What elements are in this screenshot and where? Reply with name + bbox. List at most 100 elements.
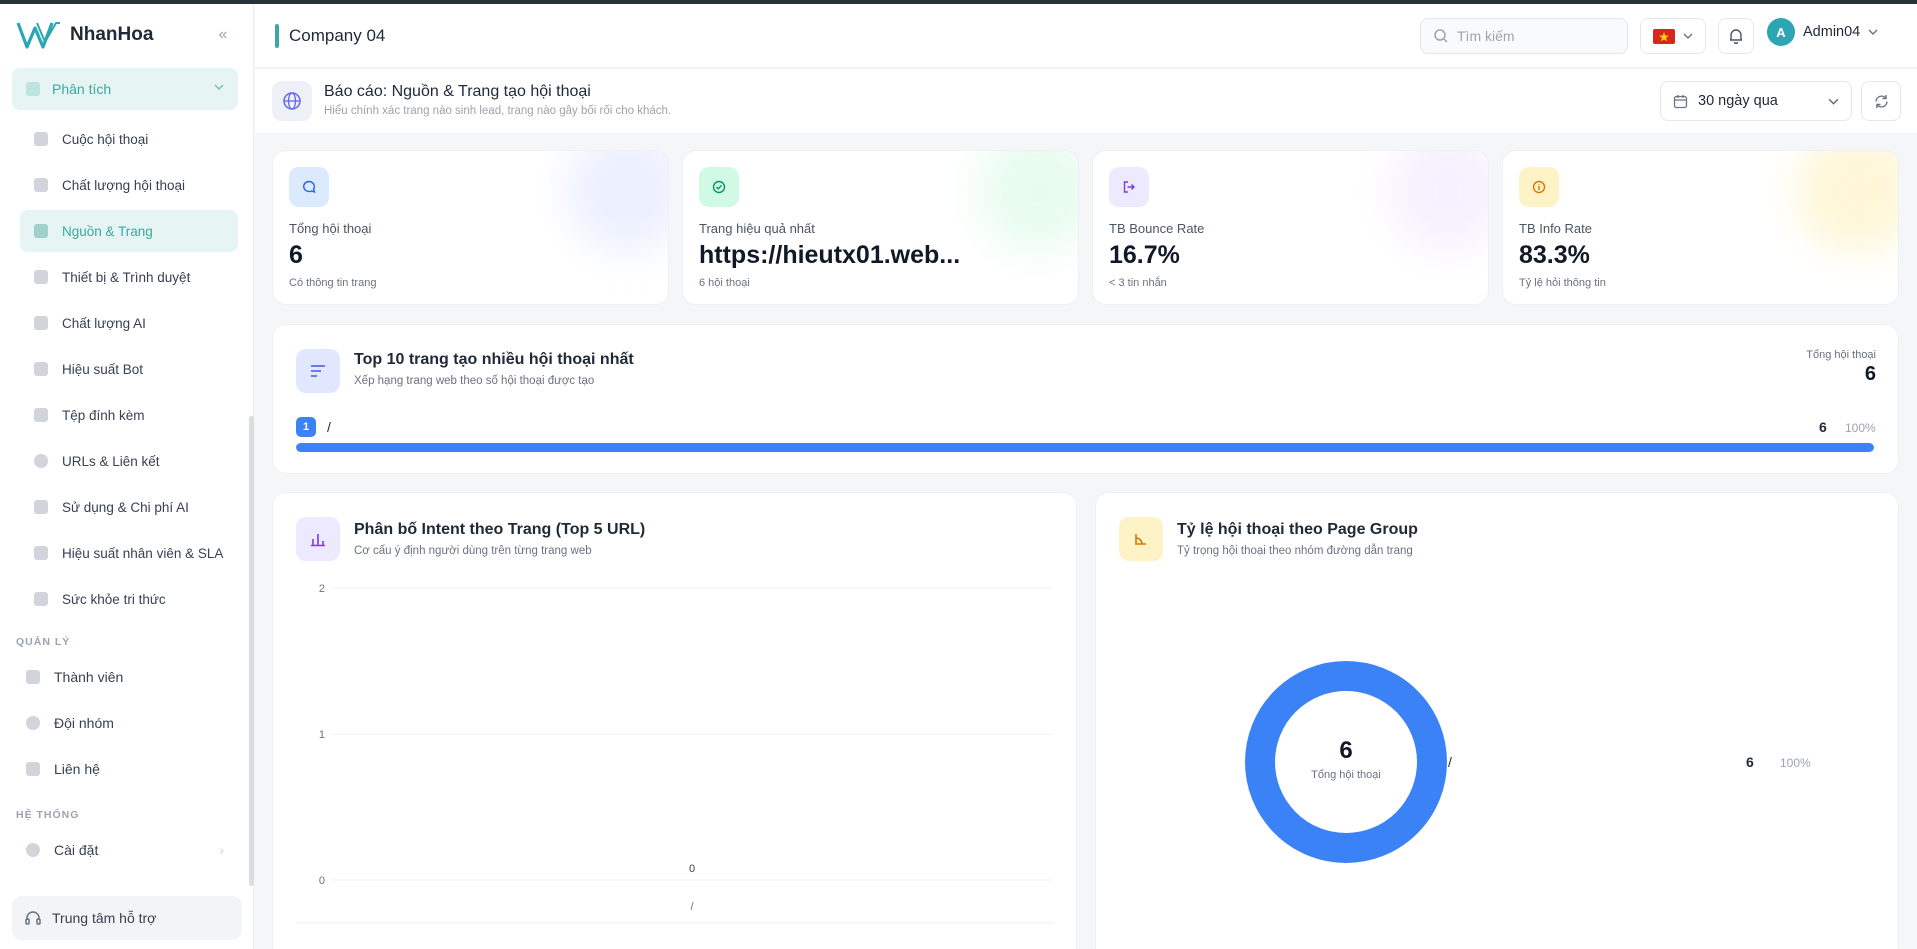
company-accent-bar [275, 24, 279, 48]
page-title: Báo cáo: Nguồn & Trang tạo hội thoại [324, 83, 591, 100]
search-box[interactable] [1420, 18, 1628, 54]
chat-bubble-icon [289, 167, 329, 207]
brand-name: NhanHoa [70, 24, 154, 45]
kpi-label: TB Bounce Rate [1109, 221, 1205, 236]
sidebar-item-members[interactable]: Thành viên [12, 656, 238, 698]
sidebar-item-label: Tệp đính kèm [62, 407, 145, 423]
donut-center-value: 6 [1339, 737, 1353, 764]
nhanhoa-logo-icon [16, 22, 60, 49]
chevron-down-icon [1868, 29, 1878, 35]
notifications-button[interactable] [1718, 18, 1754, 54]
kpi-value: 16.7% [1109, 241, 1180, 269]
section-title-system: HỆ THỐNG [16, 809, 80, 821]
sidebar-scrollbar[interactable] [249, 416, 254, 886]
sidebar-item-conversation-quality[interactable]: Chất lượng hội thoại [20, 164, 238, 206]
refresh-button[interactable] [1861, 81, 1901, 121]
monitor-icon [34, 224, 48, 238]
sidebar-item-conversations[interactable]: Cuộc hội thoại [20, 118, 238, 160]
rank-page-path[interactable]: / [327, 419, 331, 435]
sidebar-item-sources-pages[interactable]: Nguồn & Trang [20, 210, 238, 252]
sidebar-item-settings[interactable]: Cài đặt › [12, 829, 238, 871]
cpu-icon [34, 362, 48, 376]
legend-label: / [1448, 754, 1452, 770]
company-switcher[interactable]: Company 04 [275, 24, 385, 48]
sidebar-item-label: Liên hệ [54, 761, 100, 777]
sidebar-group-label: Phân tích [52, 81, 112, 97]
sidebar-item-bot-performance[interactable]: Hiệu suất Bot [20, 348, 238, 390]
sidebar-item-staff-sla[interactable]: Hiệu suất nhân viên & SLA [20, 532, 238, 574]
brand-logo[interactable]: NhanHoa [16, 20, 153, 50]
kpi-info-rate: TB Info Rate 83.3% Tỷ lệ hỏi thông tin [1502, 150, 1899, 305]
kpi-note: Có thông tin trang [289, 277, 377, 289]
sidebar-item-knowledge-health[interactable]: Sức khỏe tri thức [20, 578, 238, 620]
user-name: Admin04 [1803, 24, 1861, 40]
calendar-icon [1673, 94, 1688, 108]
card-title: Top 10 trang tạo nhiều hội thoại nhất [354, 351, 634, 368]
avatar: A [1767, 18, 1795, 46]
chevron-down-icon [214, 84, 224, 91]
sidebar-item-contacts[interactable]: Liên hệ [12, 748, 238, 790]
support-label: Trung tâm hỗ trợ [52, 910, 157, 926]
sidebar-item-label: Đội nhóm [54, 715, 114, 731]
kpi-note: < 3 tin nhắn [1109, 277, 1167, 289]
chevron-right-icon: › [219, 842, 224, 858]
language-selector[interactable] [1640, 18, 1706, 54]
top-header: Company 04 A Admin04 [255, 4, 1917, 68]
sidebar-item-label: Sử dụng & Chi phí AI [62, 499, 189, 515]
sidebar-group-analytics[interactable]: Phân tích [12, 68, 238, 110]
sidebar-item-ai-usage-cost[interactable]: Sử dụng & Chi phí AI [20, 486, 238, 528]
kpi-total-conversations: Tổng hội thoại 6 Có thông tin trang [272, 150, 669, 305]
database-icon [34, 500, 48, 514]
sidebar-item-devices-browsers[interactable]: Thiết bị & Trình duyệt [20, 256, 238, 298]
page-group-donut-chart [1245, 661, 1447, 863]
kpi-label: TB Info Rate [1519, 221, 1592, 236]
page-header: Báo cáo: Nguồn & Trang tạo hội thoại Hiể… [255, 69, 1917, 133]
kpi-note: Tỷ lệ hỏi thông tin [1519, 277, 1606, 289]
globe-icon [272, 81, 312, 121]
list-sort-icon [296, 349, 340, 393]
file-icon [34, 408, 48, 422]
date-range-label: 30 ngày qua [1698, 93, 1778, 109]
support-center-button[interactable]: Trung tâm hỗ trợ [12, 896, 242, 940]
sidebar-item-label: Cài đặt [54, 842, 99, 858]
device-icon [34, 270, 48, 284]
user-icon [26, 670, 40, 684]
sidebar-item-urls-links[interactable]: URLs & Liên kết [20, 440, 238, 482]
company-name: Company 04 [289, 26, 386, 45]
user-menu[interactable]: A Admin04 [1767, 18, 1878, 46]
chat-icon [34, 132, 48, 146]
vietnam-flag-icon [1653, 28, 1675, 44]
top-pages-card: Top 10 trang tạo nhiều hội thoại nhất Xế… [272, 324, 1899, 474]
users-icon [34, 546, 48, 560]
refresh-icon [1874, 94, 1888, 108]
sidebar-item-label: Cuộc hội thoại [62, 131, 149, 147]
headset-icon [25, 911, 41, 925]
logout-icon [1109, 167, 1149, 207]
kpi-top-page: Trang hiệu quả nhất https://hieutx01.web… [682, 150, 1079, 305]
sidebar-item-attachments[interactable]: Tệp đính kèm [20, 394, 238, 436]
bell-icon [1730, 29, 1742, 45]
sidebar-item-label: Thành viên [54, 669, 124, 685]
rank-count: 6 [1819, 419, 1827, 435]
sidebar-item-label: Nguồn & Trang [62, 223, 153, 239]
kpi-label: Tổng hội thoại [289, 221, 372, 236]
chevron-down-icon [1828, 98, 1839, 105]
team-icon [26, 716, 40, 730]
intent-chart-card: Phân bố Intent theo Trang (Top 5 URL) Cơ… [272, 492, 1077, 949]
total-value: 6 [1864, 363, 1876, 385]
sidebar-item-label: Chất lượng hội thoại [62, 177, 185, 193]
kpi-bounce-rate: TB Bounce Rate 16.7% < 3 tin nhắn [1092, 150, 1489, 305]
sidebar-item-teams[interactable]: Đội nhóm [12, 702, 238, 744]
bar-data-label: 0 [689, 863, 695, 875]
collapse-sidebar-icon[interactable]: « [214, 26, 232, 44]
date-range-select[interactable]: 30 ngày qua [1660, 81, 1852, 121]
sidebar-item-label: Chất lượng AI [62, 315, 146, 331]
sparkle-icon [34, 316, 48, 330]
sidebar-item-ai-quality[interactable]: Chất lượng AI [20, 302, 238, 344]
total-label: Tổng hội thoại [1806, 349, 1876, 361]
search-input[interactable] [1457, 28, 1607, 44]
page-group-chart-card: Tỷ lệ hội thoại theo Page Group Tỷ trọng… [1095, 492, 1899, 949]
rank-badge: 1 [296, 417, 316, 437]
info-icon [1519, 167, 1559, 207]
card-subtitle: Xếp hạng trang web theo số hội thoại đượ… [354, 375, 595, 387]
